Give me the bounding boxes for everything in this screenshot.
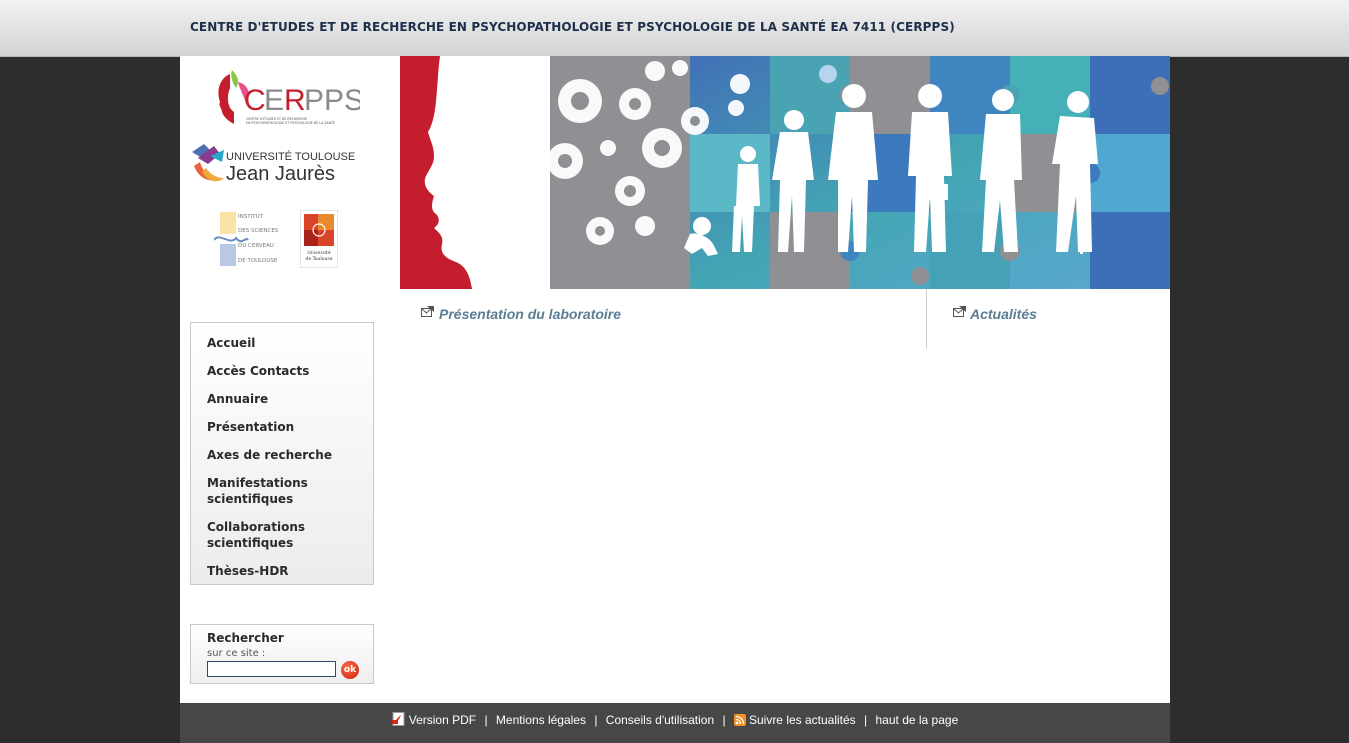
isc-line-1: INSTITUT — [238, 214, 264, 220]
footer-separator: | — [484, 713, 488, 727]
footer-separator: | — [864, 713, 868, 727]
nav-item-acces-contacts[interactable]: Accès Contacts — [207, 363, 357, 379]
site-title: CENTRE D'ETUDES ET DE RECHERCHE EN PSYCH… — [190, 20, 955, 34]
pdf-icon — [391, 712, 405, 726]
search-box: Rechercher sur ce site : ok — [190, 624, 374, 684]
nav-item-manifestations-scientifiques[interactable]: Manifestations scientifiques — [207, 475, 357, 507]
search-subtitle: sur ce site : — [207, 648, 266, 659]
footer-separator: | — [722, 713, 726, 727]
svg-text:Université: Université — [307, 249, 330, 256]
envelope-icon — [421, 306, 434, 317]
search-ok-button[interactable]: ok — [341, 661, 359, 679]
footer: Version PDF | Mentions légales | Conseil… — [180, 703, 1170, 743]
svg-text:DE TOULOUSE: DE TOULOUSE — [238, 258, 278, 264]
nav-item-collaborations-scientifiques[interactable]: Collaborations scientifiques — [207, 519, 357, 551]
version-pdf-link[interactable]: Version PDF — [409, 713, 476, 727]
main-content: Présentation du laboratoire Actualités — [400, 289, 1170, 703]
haut-de-page-link[interactable]: haut de la page — [876, 713, 959, 727]
header-banner-image — [400, 56, 1170, 289]
svg-text:R: R — [284, 84, 306, 117]
mentions-legales-link[interactable]: Mentions légales — [496, 713, 586, 727]
svg-text:PPS: PPS — [304, 84, 360, 117]
nav-item-axes-de-recherche[interactable]: Axes de recherche — [207, 447, 357, 463]
cerpps-logo[interactable]: C E R PPS CENTRE D'ÉTUDES ET DE RECHERCH… — [210, 68, 360, 132]
svg-text:DU CERVEAU: DU CERVEAU — [238, 243, 274, 249]
envelope-icon — [953, 306, 966, 317]
page-container: C E R PPS CENTRE D'ÉTUDES ET DE RECHERCH… — [180, 56, 1170, 703]
actualites-link[interactable]: Actualités — [970, 306, 1037, 322]
svg-text:E: E — [264, 84, 284, 117]
ut2j-line1: UNIVERSITÉ TOULOUSE — [226, 150, 355, 163]
universite-toulouse-logo[interactable]: Université de Toulouse — [300, 210, 338, 268]
main-navigation: Accueil Accès Contacts Annuaire Présenta… — [190, 322, 374, 585]
cerpps-wordmark-c: C — [244, 84, 266, 117]
column-divider — [926, 289, 927, 349]
left-sidebar: C E R PPS CENTRE D'ÉTUDES ET DE RECHERCH… — [180, 56, 400, 703]
rss-icon — [733, 714, 746, 726]
nav-item-accueil[interactable]: Accueil — [207, 335, 357, 351]
conseils-utilisation-link[interactable]: Conseils d'utilisation — [606, 713, 714, 727]
nav-item-theses-hdr[interactable]: Thèses-HDR — [207, 563, 357, 579]
svg-text:EN PSYCHOPATHOLOGIE ET PSYCHOL: EN PSYCHOPATHOLOGIE ET PSYCHOLOGIE DE LA… — [246, 120, 335, 125]
footer-links: Version PDF | Mentions légales | Conseil… — [180, 712, 1170, 727]
nav-item-presentation[interactable]: Présentation — [207, 419, 357, 435]
top-header-bar: CENTRE D'ETUDES ET DE RECHERCHE EN PSYCH… — [0, 0, 1349, 57]
nav-item-annuaire[interactable]: Annuaire — [207, 391, 357, 407]
presentation-laboratoire-link[interactable]: Présentation du laboratoire — [439, 306, 621, 322]
isc-logo[interactable]: INSTITUT DES SCIENCES DU CERVEAU DE TOUL… — [214, 212, 280, 268]
search-input[interactable] — [207, 661, 336, 677]
footer-separator: | — [594, 713, 598, 727]
svg-text:DES SCIENCES: DES SCIENCES — [238, 228, 279, 234]
search-title: Rechercher — [207, 631, 284, 645]
suivre-actualites-link[interactable]: Suivre les actualités — [749, 713, 856, 727]
svg-text:de Toulouse: de Toulouse — [305, 256, 332, 262]
ut2j-logo[interactable]: UNIVERSITÉ TOULOUSE Jean Jaurès — [190, 142, 362, 188]
ut2j-line2: Jean Jaurès — [226, 163, 335, 185]
